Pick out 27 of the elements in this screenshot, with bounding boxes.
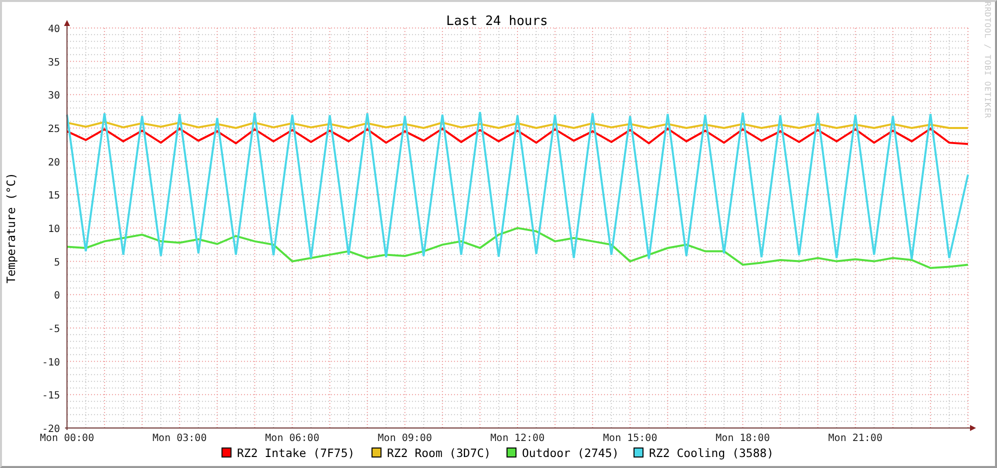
y-tick-label: 35	[48, 57, 60, 68]
legend-label: RZ2 Cooling (3588)	[649, 446, 774, 460]
x-tick-label: Mon 21:00	[828, 433, 882, 444]
legend-label: Outdoor (2745)	[522, 446, 619, 460]
y-tick-label: 10	[48, 224, 60, 235]
y-tick-label: -20	[42, 424, 60, 435]
y-axis-title: Temperature (°C)	[4, 172, 18, 284]
x-tick-label: Mon 15:00	[603, 433, 658, 444]
x-tick-label: Mon 06:00	[265, 433, 320, 444]
y-tick-label: 0	[54, 290, 60, 302]
y-tick-label: -5	[48, 324, 60, 335]
y-tick-label: -15	[42, 390, 60, 402]
x-tick-label: Mon 09:00	[378, 433, 432, 444]
legend-label: RZ2 Room (3D7C)	[387, 446, 491, 460]
x-tick-label: Mon 12:00	[490, 433, 545, 444]
y-tick-label: 20	[48, 157, 60, 168]
y-tick-label: 30	[48, 90, 60, 102]
x-tick-label: Mon 18:00	[716, 433, 770, 444]
legend-label: RZ2 Intake (7F75)	[237, 446, 355, 460]
x-tick-label: Mon 03:00	[152, 433, 207, 444]
y-tick-label: 25	[48, 124, 60, 135]
y-tick-label: 15	[48, 190, 60, 202]
x-tick-label: Mon 00:00	[40, 433, 94, 444]
y-tick-label: 5	[54, 257, 60, 268]
chart-title: Last 24 hours	[446, 14, 548, 29]
y-tick-label: 40	[48, 24, 60, 35]
y-tick-label: -10	[42, 357, 60, 368]
